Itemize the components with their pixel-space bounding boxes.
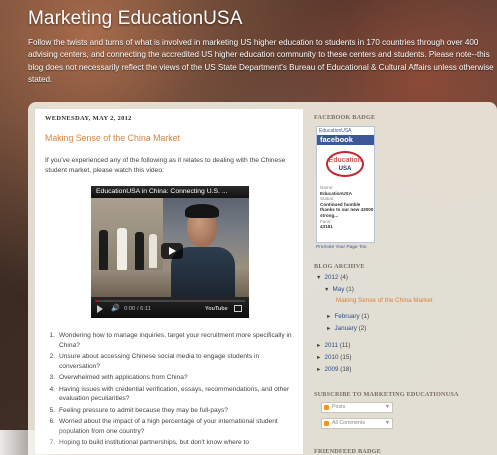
speaker-hair [185,204,219,218]
subscribe-comments-dropdown[interactable]: All Comments [321,418,393,429]
archive-year-2012[interactable]: ▼ 2012 (4) [316,274,348,281]
youtube-logo[interactable]: YouTube [205,305,228,313]
video-progress-bar[interactable] [95,300,245,302]
blog-archive-heading: BLOG ARCHIVE [314,263,365,270]
archive-month-may[interactable]: ▼ May (1) [324,286,354,293]
facebook-page-name[interactable]: EducationUSA [317,127,374,135]
archive-year-2009[interactable]: ► 2009 (18) [316,366,351,373]
video-background-figure [117,228,127,270]
promote-page-link[interactable]: Promote Your Page Too [316,245,367,250]
blog-description: Follow the twists and turns of what is i… [28,38,494,85]
fullscreen-icon[interactable] [234,305,242,312]
blog-post: WEDNESDAY, MAY 2, 2012 Making Sense of t… [34,108,304,455]
collapsed-triangle-icon[interactable]: ► [316,343,321,349]
expanded-triangle-icon[interactable]: ▼ [324,287,329,293]
educationusa-logo[interactable]: Education USA [326,151,364,177]
video-background-figure [135,232,144,270]
video-controls: 🔊 0:00 / 6:11 YouTube [91,297,249,318]
video-player[interactable]: EducationUSA in China: Connecting U.S. .… [91,186,249,318]
list-item: 1. Wondering how to manage inquiries, tar… [49,332,292,349]
play-control-icon[interactable] [97,305,103,313]
collapsed-triangle-icon[interactable]: ► [316,367,321,373]
list-item: 4. Having issues with credential verifica… [49,385,290,403]
video-time: 0:00 / 6:11 [124,306,151,312]
video-background-figure [99,230,108,270]
archive-year-2011[interactable]: ► 2011 (11) [316,342,350,349]
list-item: 3. Overwhelmed with applications from Chi… [49,374,188,382]
post-date: WEDNESDAY, MAY 2, 2012 [45,115,132,122]
screen-glare [0,430,80,455]
subscribe-heading: SUBSCRIBE TO MARKETING EDUCATIONUSA [314,391,459,398]
list-item: 7.Hoping to build institutional partners… [50,439,250,447]
expanded-triangle-icon[interactable]: ▼ [316,275,321,281]
video-thumbnail[interactable] [91,198,249,297]
archive-post-link[interactable]: Making Sense of the China Market [336,297,433,304]
collapsed-triangle-icon[interactable]: ► [326,314,331,320]
blog-title[interactable]: Marketing EducationUSA [28,8,487,30]
subscribe-posts-dropdown[interactable]: Posts [321,402,393,413]
blog-header: Marketing EducationUSA Follow the twists… [0,0,497,100]
friendfeed-heading: FRIENDFEED BADGE [314,448,381,455]
progress-indicator [95,300,97,302]
list-item: 5. Feeling pressure to admit because they… [49,406,228,414]
facebook-page-info: Name: EducationUSA Status: Continued hum… [320,185,374,230]
facebook-badge[interactable]: EducationUSA facebook Education USA Name… [316,126,375,243]
play-icon[interactable] [161,243,183,259]
collapsed-triangle-icon[interactable]: ► [326,326,331,332]
collapsed-triangle-icon[interactable]: ► [316,355,321,361]
list-item: 2. Unsure about accessing Chinese social … [49,353,260,370]
facebook-badge-heading: FACEBOOK BADGE [314,114,376,121]
post-title[interactable]: Making Sense of the China Market [45,133,180,143]
post-intro: If you've experienced any of the followi… [45,157,286,174]
list-item: 6. Worried about the impact of a high per… [49,418,278,435]
issue-list: 1. Wondering how to manage inquiries, tar… [45,331,297,450]
archive-month-february[interactable]: ► February (1) [326,313,369,320]
video-background-figure [149,234,157,268]
archive-month-january[interactable]: ► January (2) [326,325,366,332]
video-title[interactable]: EducationUSA in China: Connecting U.S. .… [91,186,249,198]
facebook-logo[interactable]: facebook [317,135,374,145]
volume-icon[interactable]: 🔊 [111,305,120,313]
archive-year-2010[interactable]: ► 2010 (15) [316,354,351,361]
